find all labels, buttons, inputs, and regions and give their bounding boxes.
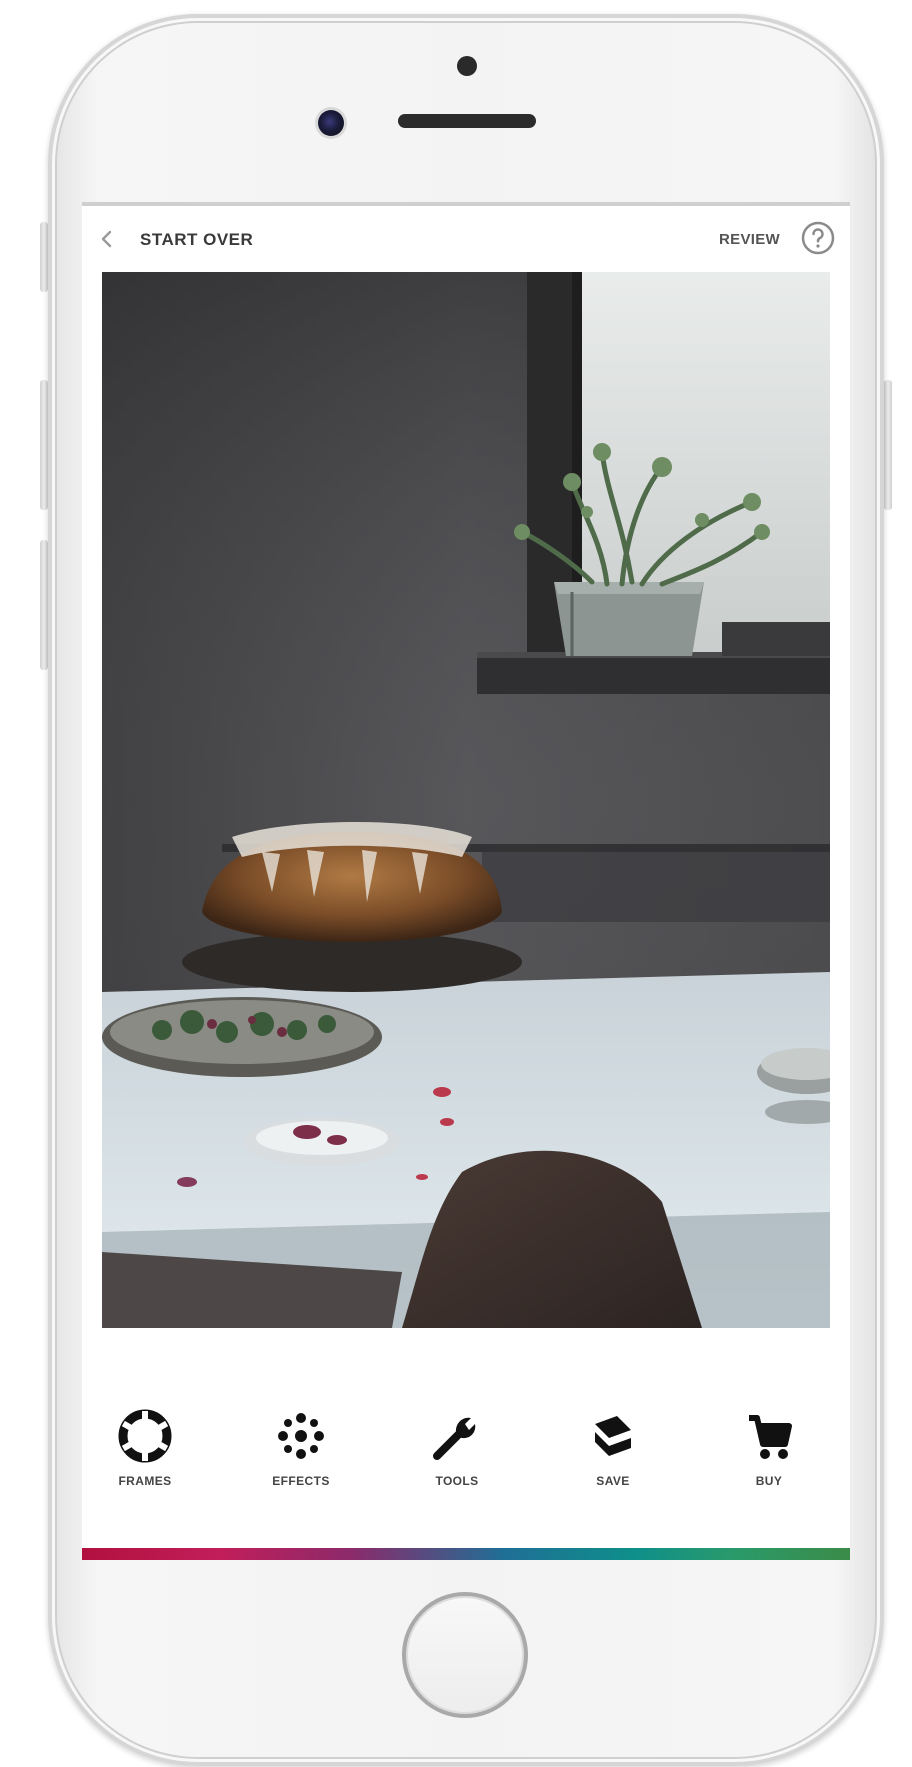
accent-color-strip xyxy=(82,1548,850,1560)
photo-image xyxy=(102,272,830,1328)
frames-label: FRAMES xyxy=(118,1474,172,1488)
earpiece-speaker xyxy=(398,114,536,128)
tools-button[interactable]: TOOLS xyxy=(402,1388,512,1518)
start-over-button[interactable]: START OVER xyxy=(140,230,253,250)
volume-up-button xyxy=(40,380,48,510)
back-chevron-icon[interactable] xyxy=(98,230,116,248)
device-stage: START OVER REVIEW FRAMES EFFECTS TOOLS S… xyxy=(0,0,912,1767)
review-button[interactable]: REVIEW xyxy=(719,231,780,248)
frames-button[interactable]: FRAMES xyxy=(90,1388,200,1518)
wrench-icon xyxy=(433,1417,476,1460)
photo-canvas[interactable] xyxy=(102,272,830,1328)
tools-label: TOOLS xyxy=(435,1474,479,1488)
power-button xyxy=(884,380,892,510)
silent-switch xyxy=(40,222,48,292)
layers-icon xyxy=(595,1416,631,1456)
app-screen: START OVER REVIEW FRAMES EFFECTS TOOLS S… xyxy=(82,202,850,1560)
volume-down-button xyxy=(40,540,48,670)
cart-icon xyxy=(749,1415,792,1459)
front-camera xyxy=(318,110,344,136)
effects-sparkle-icon xyxy=(278,1413,324,1459)
effects-label: EFFECTS xyxy=(272,1474,330,1488)
frame-ring-icon xyxy=(118,1409,172,1463)
home-button[interactable] xyxy=(402,1592,528,1718)
proximity-sensor xyxy=(457,56,477,76)
effects-button[interactable]: EFFECTS xyxy=(246,1388,356,1518)
save-label: SAVE xyxy=(596,1474,630,1488)
save-button[interactable]: SAVE xyxy=(558,1388,668,1518)
buy-label: BUY xyxy=(755,1474,783,1488)
bottom-toolbar: FRAMES EFFECTS TOOLS SAVE BUY xyxy=(82,1388,850,1518)
top-bar: START OVER REVIEW xyxy=(82,206,850,272)
buy-button[interactable]: BUY xyxy=(714,1388,824,1518)
help-icon[interactable] xyxy=(800,220,836,256)
